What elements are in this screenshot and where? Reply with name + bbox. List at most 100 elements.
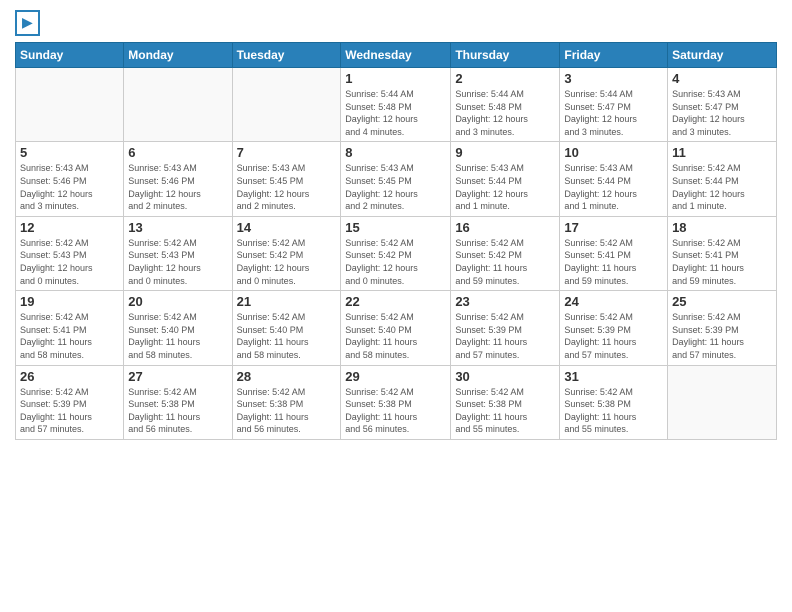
calendar-cell: 30 Sunrise: 5:42 AM Sunset: 5:38 PM Dayli… — [451, 365, 560, 439]
calendar-cell — [124, 68, 232, 142]
day-number: 16 — [455, 220, 555, 235]
logo: ▶ — [15, 10, 40, 36]
day-info: Sunrise: 5:42 AM Sunset: 5:41 PM Dayligh… — [672, 237, 772, 287]
day-number: 4 — [672, 71, 772, 86]
calendar-cell: 29 Sunrise: 5:42 AM Sunset: 5:38 PM Dayli… — [341, 365, 451, 439]
day-number: 9 — [455, 145, 555, 160]
day-number: 5 — [20, 145, 119, 160]
weekday-header-friday: Friday — [560, 43, 668, 68]
day-number: 24 — [564, 294, 663, 309]
day-number: 12 — [20, 220, 119, 235]
day-number: 26 — [20, 369, 119, 384]
week-row-3: 19 Sunrise: 5:42 AM Sunset: 5:41 PM Dayli… — [16, 291, 777, 365]
day-number: 3 — [564, 71, 663, 86]
weekday-header-row: SundayMondayTuesdayWednesdayThursdayFrid… — [16, 43, 777, 68]
day-number: 31 — [564, 369, 663, 384]
calendar-cell: 25Sunrise: 5:42 AM Sunset: 5:39 PM Dayli… — [668, 291, 777, 365]
day-info: Sunrise: 5:42 AM Sunset: 5:44 PM Dayligh… — [672, 162, 772, 212]
weekday-header-sunday: Sunday — [16, 43, 124, 68]
calendar-cell: 22 Sunrise: 5:42 AM Sunset: 5:40 PM Dayli… — [341, 291, 451, 365]
weekday-header-wednesday: Wednesday — [341, 43, 451, 68]
calendar-cell: 24 Sunrise: 5:42 AM Sunset: 5:39 PM Dayli… — [560, 291, 668, 365]
day-info: Sunrise: 5:42 AM Sunset: 5:43 PM Dayligh… — [20, 237, 119, 287]
day-info: Sunrise: 5:42 AM Sunset: 5:38 PM Dayligh… — [128, 386, 227, 436]
day-info: Sunrise: 5:42 AM Sunset: 5:42 PM Dayligh… — [237, 237, 337, 287]
calendar-cell: 1 Sunrise: 5:44 AM Sunset: 5:48 PM Daylig… — [341, 68, 451, 142]
day-number: 7 — [237, 145, 337, 160]
day-info: Sunrise: 5:43 AM Sunset: 5:46 PM Dayligh… — [128, 162, 227, 212]
day-number: 18 — [672, 220, 772, 235]
weekday-header-saturday: Saturday — [668, 43, 777, 68]
day-info: Sunrise: 5:42 AM Sunset: 5:43 PM Dayligh… — [128, 237, 227, 287]
day-info: Sunrise: 5:42 AM Sunset: 5:38 PM Dayligh… — [237, 386, 337, 436]
day-info: Sunrise: 5:42 AM Sunset: 5:42 PM Dayligh… — [345, 237, 446, 287]
day-info: Sunrise: 5:42 AM Sunset: 5:41 PM Dayligh… — [20, 311, 119, 361]
calendar-cell: 15 Sunrise: 5:42 AM Sunset: 5:42 PM Dayli… — [341, 216, 451, 290]
day-info: Sunrise: 5:42 AM Sunset: 5:38 PM Dayligh… — [564, 386, 663, 436]
day-number: 17 — [564, 220, 663, 235]
day-info: Sunrise: 5:42 AM Sunset: 5:38 PM Dayligh… — [455, 386, 555, 436]
calendar-cell: 20 Sunrise: 5:42 AM Sunset: 5:40 PM Dayli… — [124, 291, 232, 365]
weekday-header-tuesday: Tuesday — [232, 43, 341, 68]
calendar-cell: 23 Sunrise: 5:42 AM Sunset: 5:39 PM Dayli… — [451, 291, 560, 365]
day-info: Sunrise: 5:43 AM Sunset: 5:44 PM Dayligh… — [564, 162, 663, 212]
day-info: Sunrise: 5:42 AM Sunset: 5:39 PM Dayligh… — [564, 311, 663, 361]
calendar-cell: 19 Sunrise: 5:42 AM Sunset: 5:41 PM Dayli… — [16, 291, 124, 365]
calendar-cell: 28 Sunrise: 5:42 AM Sunset: 5:38 PM Dayli… — [232, 365, 341, 439]
day-info: Sunrise: 5:42 AM Sunset: 5:41 PM Dayligh… — [564, 237, 663, 287]
week-row-1: 5 Sunrise: 5:43 AM Sunset: 5:46 PM Daylig… — [16, 142, 777, 216]
day-number: 23 — [455, 294, 555, 309]
weekday-header-monday: Monday — [124, 43, 232, 68]
day-info: Sunrise: 5:43 AM Sunset: 5:45 PM Dayligh… — [345, 162, 446, 212]
day-info: Sunrise: 5:43 AM Sunset: 5:46 PM Dayligh… — [20, 162, 119, 212]
day-info: Sunrise: 5:42 AM Sunset: 5:40 PM Dayligh… — [237, 311, 337, 361]
day-info: Sunrise: 5:44 AM Sunset: 5:48 PM Dayligh… — [455, 88, 555, 138]
logo-icon: ▶ — [22, 14, 33, 30]
calendar-cell: 13Sunrise: 5:42 AM Sunset: 5:43 PM Dayli… — [124, 216, 232, 290]
day-number: 21 — [237, 294, 337, 309]
calendar-cell — [668, 365, 777, 439]
day-info: Sunrise: 5:43 AM Sunset: 5:45 PM Dayligh… — [237, 162, 337, 212]
day-number: 20 — [128, 294, 227, 309]
week-row-0: 1 Sunrise: 5:44 AM Sunset: 5:48 PM Daylig… — [16, 68, 777, 142]
calendar-table: SundayMondayTuesdayWednesdayThursdayFrid… — [15, 42, 777, 440]
day-number: 10 — [564, 145, 663, 160]
day-number: 25 — [672, 294, 772, 309]
day-number: 19 — [20, 294, 119, 309]
day-info: Sunrise: 5:42 AM Sunset: 5:39 PM Dayligh… — [455, 311, 555, 361]
day-info: Sunrise: 5:42 AM Sunset: 5:42 PM Dayligh… — [455, 237, 555, 287]
calendar-cell: 18 Sunrise: 5:42 AM Sunset: 5:41 PM Dayli… — [668, 216, 777, 290]
day-info: Sunrise: 5:42 AM Sunset: 5:40 PM Dayligh… — [128, 311, 227, 361]
calendar-cell: 31 Sunrise: 5:42 AM Sunset: 5:38 PM Dayli… — [560, 365, 668, 439]
calendar-cell: 16 Sunrise: 5:42 AM Sunset: 5:42 PM Dayli… — [451, 216, 560, 290]
day-number: 2 — [455, 71, 555, 86]
day-number: 11 — [672, 145, 772, 160]
day-info: Sunrise: 5:43 AM Sunset: 5:44 PM Dayligh… — [455, 162, 555, 212]
day-number: 1 — [345, 71, 446, 86]
day-info: Sunrise: 5:42 AM Sunset: 5:40 PM Dayligh… — [345, 311, 446, 361]
calendar-cell: 5 Sunrise: 5:43 AM Sunset: 5:46 PM Daylig… — [16, 142, 124, 216]
day-number: 15 — [345, 220, 446, 235]
day-info: Sunrise: 5:44 AM Sunset: 5:48 PM Dayligh… — [345, 88, 446, 138]
day-info: Sunrise: 5:42 AM Sunset: 5:38 PM Dayligh… — [345, 386, 446, 436]
week-row-2: 12 Sunrise: 5:42 AM Sunset: 5:43 PM Dayli… — [16, 216, 777, 290]
calendar-cell — [232, 68, 341, 142]
calendar-cell: 2 Sunrise: 5:44 AM Sunset: 5:48 PM Daylig… — [451, 68, 560, 142]
calendar-cell: 21 Sunrise: 5:42 AM Sunset: 5:40 PM Dayli… — [232, 291, 341, 365]
calendar-cell: 11 Sunrise: 5:42 AM Sunset: 5:44 PM Dayli… — [668, 142, 777, 216]
logo-box: ▶ — [15, 10, 40, 36]
day-number: 30 — [455, 369, 555, 384]
calendar-cell: 4Sunrise: 5:43 AM Sunset: 5:47 PM Daylig… — [668, 68, 777, 142]
calendar-cell: 9 Sunrise: 5:43 AM Sunset: 5:44 PM Daylig… — [451, 142, 560, 216]
day-number: 29 — [345, 369, 446, 384]
day-number: 28 — [237, 369, 337, 384]
day-number: 22 — [345, 294, 446, 309]
day-number: 8 — [345, 145, 446, 160]
calendar-cell: 17 Sunrise: 5:42 AM Sunset: 5:41 PM Dayli… — [560, 216, 668, 290]
calendar-cell: 12 Sunrise: 5:42 AM Sunset: 5:43 PM Dayli… — [16, 216, 124, 290]
week-row-4: 26Sunrise: 5:42 AM Sunset: 5:39 PM Dayli… — [16, 365, 777, 439]
day-number: 14 — [237, 220, 337, 235]
calendar-cell: 3Sunrise: 5:44 AM Sunset: 5:47 PM Daylig… — [560, 68, 668, 142]
header: ▶ — [15, 10, 777, 36]
page-container: ▶ SundayMondayTuesdayWednesdayThursdayFr… — [0, 0, 792, 450]
